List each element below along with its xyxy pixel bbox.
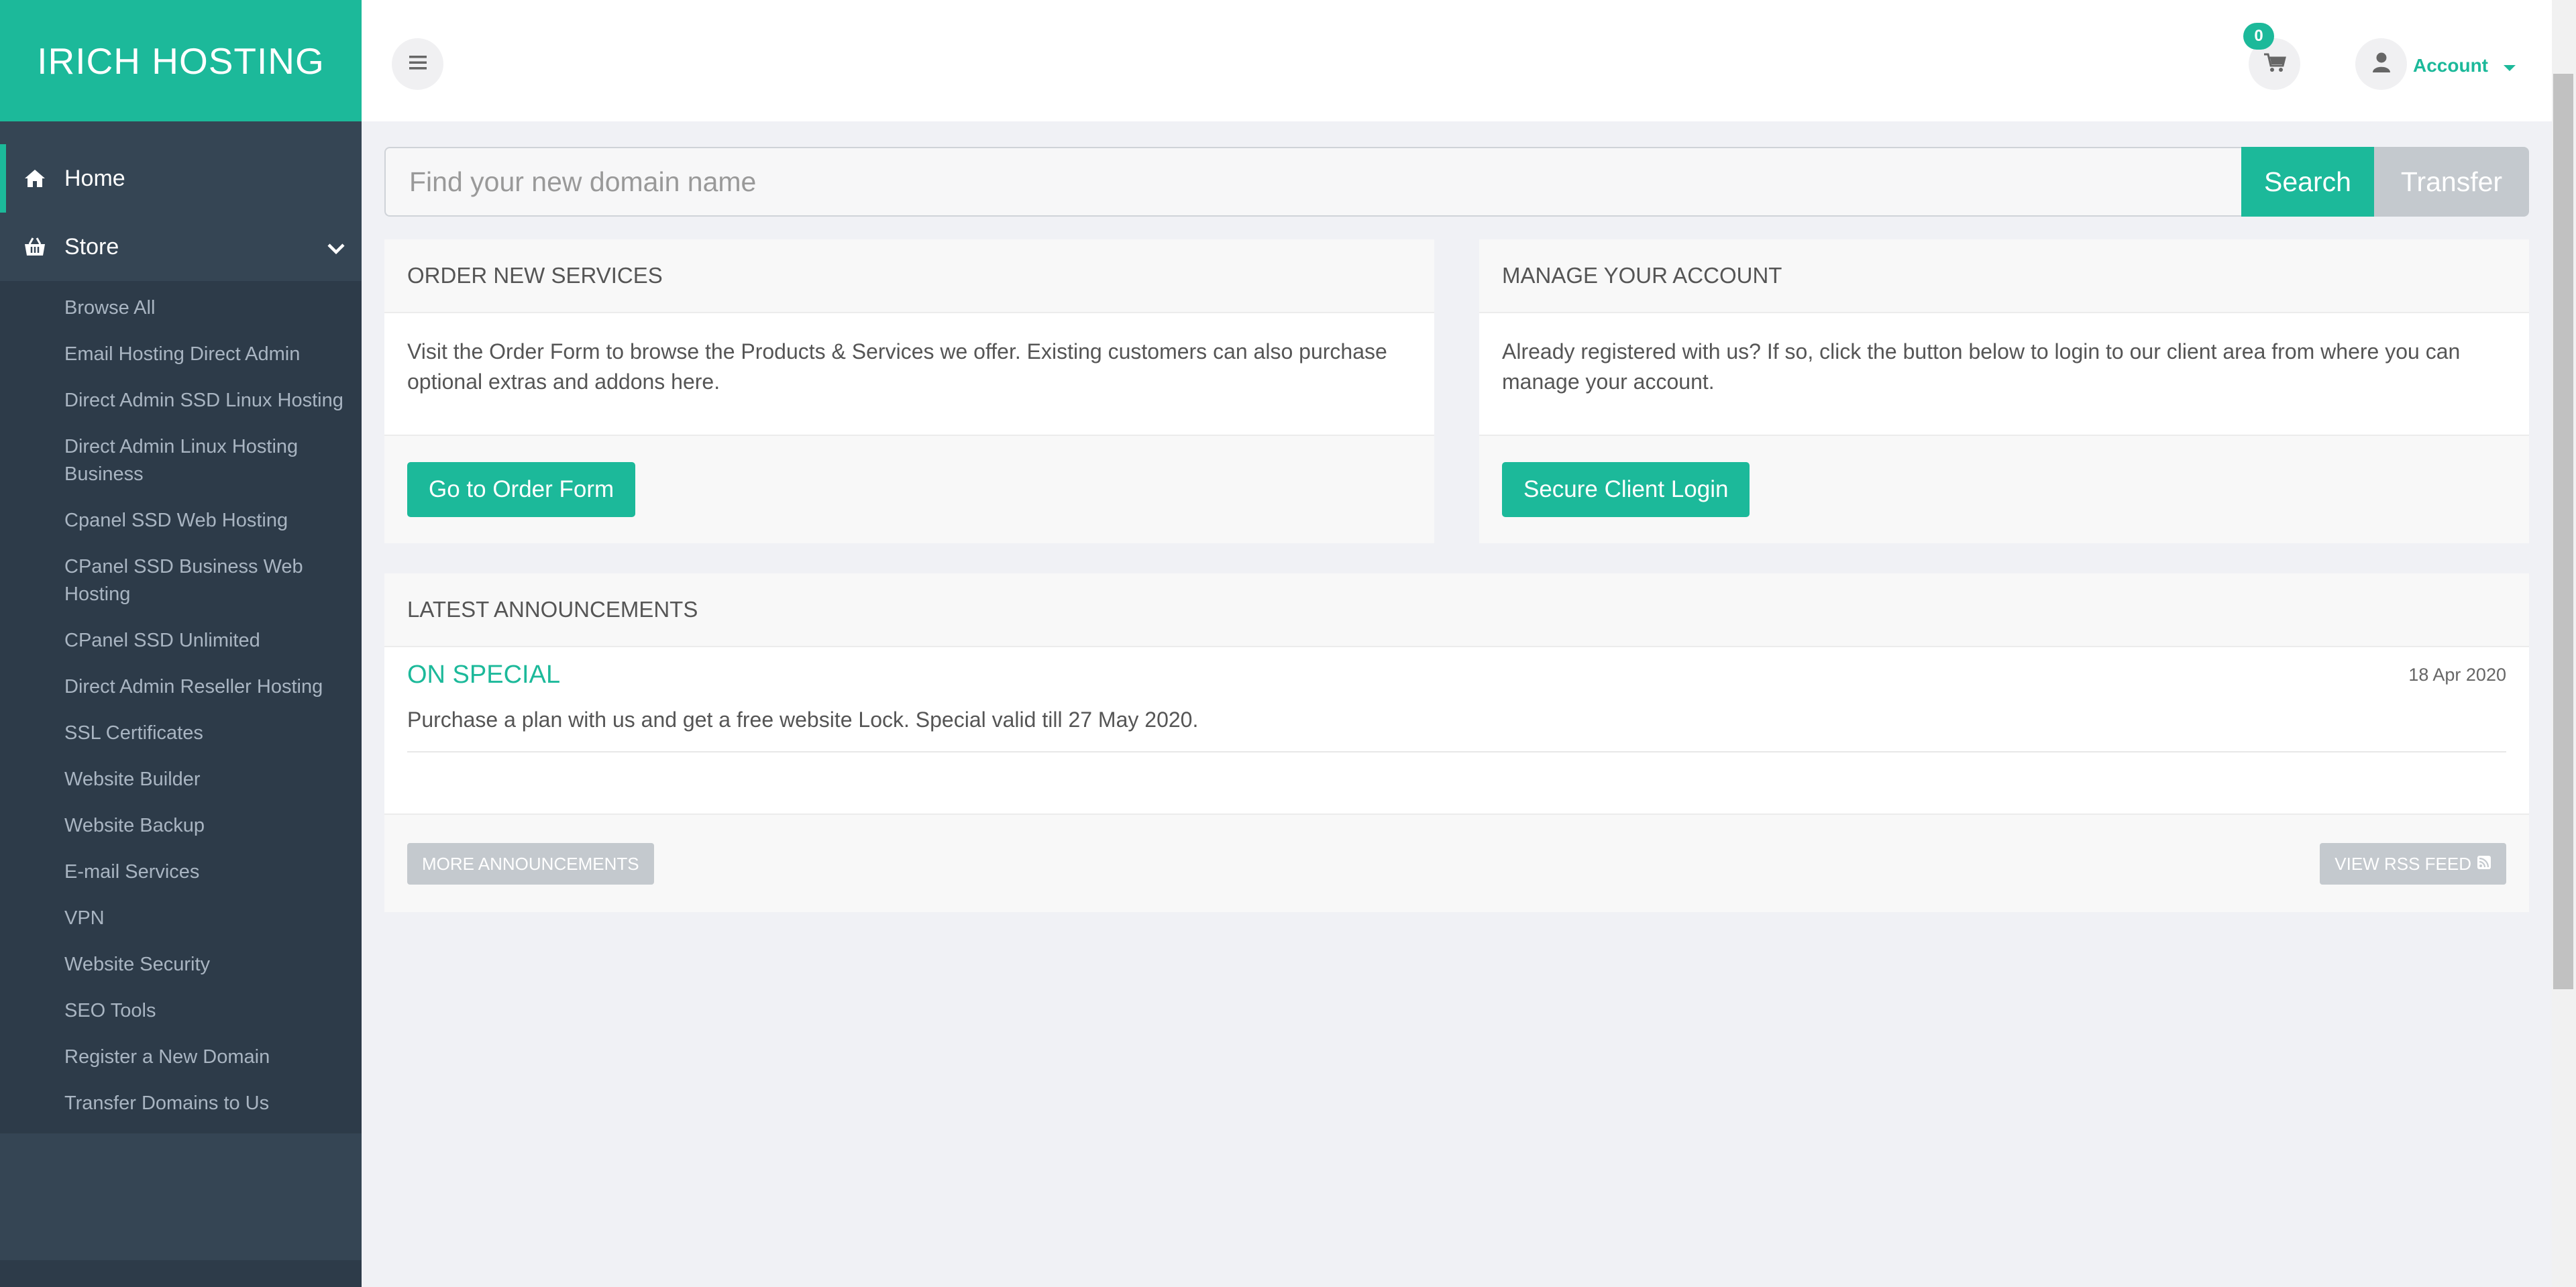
sidebar-subitem[interactable]: Cpanel SSD Web Hosting [0,498,362,544]
caret-down-icon[interactable] [2503,64,2516,76]
account-menu-link[interactable]: Account [2413,55,2488,76]
sidebar-subitem[interactable]: Direct Admin Linux Hosting Business [0,424,362,498]
menu-toggle-button[interactable] [392,38,443,90]
sidebar-item-label: Store [64,233,119,260]
avatar[interactable] [2355,38,2407,90]
sidebar-subitem[interactable]: CPanel SSD Business Web Hosting [0,544,362,618]
hamburger-icon [408,54,428,74]
panel-footer: Go to Order Form [384,435,1434,543]
panel-title: MANAGE YOUR ACCOUNT [1479,239,2529,313]
search-button[interactable]: Search [2241,147,2374,217]
announcement-title[interactable]: ON SPECIAL [407,661,560,689]
panel-footer: MORE ANNOUNCEMENTS VIEW RSS FEED [384,814,2529,912]
sidebar-subitem[interactable]: Direct Admin Reseller Hosting [0,664,362,710]
top-header: 0 Account [362,0,2552,121]
panel-description: Already registered with us? If so, click… [1502,339,2461,394]
sidebar-subitem[interactable]: CPanel SSD Unlimited [0,618,362,664]
chevron-down-icon[interactable] [327,235,345,262]
store-submenu: Browse All Email Hosting Direct Admin Dire… [0,281,362,1133]
sidebar-subitem[interactable]: E-mail Services [0,849,362,895]
basket-icon [23,235,47,259]
sidebar-footer [0,1260,362,1287]
button-label: MORE ANNOUNCEMENTS [422,853,639,874]
sidebar-subitem[interactable]: Email Hosting Direct Admin [0,331,362,378]
sidebar-subitem[interactable]: Transfer Domains to Us [0,1080,362,1127]
sidebar-subitem[interactable]: Website Backup [0,803,362,849]
sidebar-subitem[interactable]: VPN [0,895,362,942]
active-indicator [0,144,6,213]
panel-title: LATEST ANNOUNCEMENTS [384,573,2529,647]
home-icon [23,166,47,190]
client-login-button[interactable]: Secure Client Login [1502,462,1750,517]
panel-description: Visit the Order Form to browse the Produ… [407,339,1387,394]
manage-account-panel: MANAGE YOUR ACCOUNT Already registered w… [1479,239,2529,543]
announcements-panel: LATEST ANNOUNCEMENTS ON SPECIAL 18 Apr 2… [384,573,2529,912]
sidebar-subitem[interactable]: SSL Certificates [0,710,362,757]
announcement-date: 18 Apr 2020 [2408,665,2506,685]
sidebar-subitem[interactable]: Website Builder [0,757,362,803]
more-announcements-button[interactable]: MORE ANNOUNCEMENTS [407,843,654,885]
panel-title: ORDER NEW SERVICES [384,239,1434,313]
sidebar-subitem[interactable]: Browse All [0,285,362,331]
sidebar-item-label: Home [64,165,125,191]
rss-icon [2477,854,2491,875]
rss-feed-button[interactable]: VIEW RSS FEED [2320,843,2506,885]
sidebar-subitem[interactable]: SEO Tools [0,988,362,1034]
domain-search-input[interactable] [384,147,2241,217]
order-form-button[interactable]: Go to Order Form [407,462,636,517]
scrollbar-thumb[interactable] [2553,74,2573,989]
order-services-panel: ORDER NEW SERVICES Visit the Order Form … [384,239,1434,543]
brand-logo[interactable]: IRICH HOSTING [0,0,362,121]
cart-count-badge: 0 [2243,23,2274,50]
user-icon [2372,52,2391,76]
cart-icon [2263,52,2287,76]
sidebar-subitem[interactable]: Register a New Domain [0,1034,362,1080]
divider [407,751,2506,752]
sidebar: IRICH HOSTING Home Store Browse All Email… [0,0,362,1287]
announcement-text: Purchase a plan with us and get a free w… [407,708,1199,732]
button-label: VIEW RSS FEED [2334,853,2471,874]
sidebar-subitem[interactable]: Website Security [0,942,362,988]
sidebar-item-home[interactable]: Home [0,144,362,213]
announcement-item: ON SPECIAL 18 Apr 2020 Purchase a plan w… [384,647,2529,752]
panel-footer: Secure Client Login [1479,435,2529,543]
transfer-button[interactable]: Transfer [2374,147,2529,217]
sidebar-item-store[interactable]: Store [0,213,362,281]
sidebar-subitem[interactable]: Direct Admin SSD Linux Hosting [0,378,362,424]
domain-search-form: Search Transfer [384,147,2529,217]
